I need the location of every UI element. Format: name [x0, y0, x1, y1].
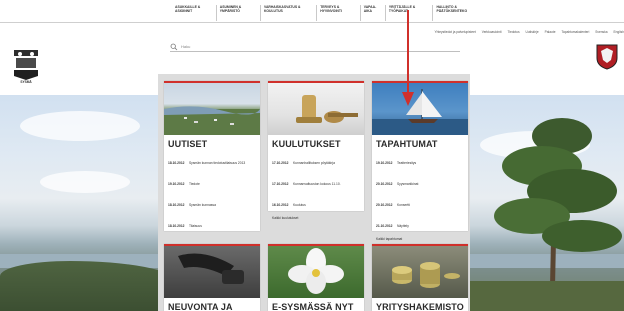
news-text[interactable]: Kunnanhallituksen pöytäkirja: [293, 161, 335, 165]
news-image[interactable]: [164, 83, 260, 135]
list-item[interactable]: 18.10.2012 Sysmän kunnan tiedotustilaisu…: [168, 151, 256, 169]
announcements-image[interactable]: [268, 83, 364, 135]
pine-tree: [462, 118, 624, 311]
utility-link-eservices[interactable]: Verkkoasiointi: [482, 30, 502, 36]
main-menu: Asukkaille & Asioinnit Asuminen & Ympäri…: [172, 5, 482, 21]
events-card: Tapahtumat 19.10.2012 Teatteriesitys 20.…: [372, 81, 468, 241]
nav-item-housing[interactable]: Asuminen & Ympäristö: [215, 5, 257, 21]
news-text[interactable]: Tilaisuus: [189, 224, 202, 228]
search-bar[interactable]: Haku: [170, 42, 460, 52]
list-item[interactable]: 20.10.2012 Syysmarkkinat: [376, 172, 464, 190]
all-announcements-link[interactable]: Kaikki kuulutukset: [268, 214, 364, 226]
e-sysma-card: E-Sysmässä nyt: [268, 244, 364, 311]
list-item[interactable]: 17.10.2012 Kunnanhallituksen pöytäkirja: [272, 151, 360, 169]
services-card: Neuvonta ja: [164, 244, 260, 311]
cloud: [40, 171, 130, 193]
news-text[interactable]: Syysmarkkinat: [397, 182, 418, 186]
events-title[interactable]: Tapahtumat: [372, 135, 468, 151]
services-image[interactable]: [164, 246, 260, 298]
news-date: 16.10.2012: [272, 203, 289, 207]
events-list: 19.10.2012 Teatteriesitys 20.10.2012 Syy…: [372, 151, 468, 232]
services-title[interactable]: Neuvonta ja: [164, 298, 260, 311]
forest: [0, 261, 175, 311]
list-item[interactable]: 18.10.2012 Tilaisuus: [168, 214, 256, 232]
nav-item-administration[interactable]: Hallinto & Päätöksenteko: [432, 5, 482, 21]
phone-image: [178, 253, 244, 284]
news-date: 20.10.2012: [376, 203, 393, 207]
search-icon[interactable]: [170, 43, 178, 51]
sailboat-image: [372, 89, 468, 135]
news-text[interactable]: Sysmän kunnan tiedotustilaisuus 2013: [189, 161, 245, 165]
news-text[interactable]: Kuulutus: [293, 203, 306, 207]
coat-of-arms-icon[interactable]: [596, 44, 618, 70]
logo-caption: SYSMÄ: [20, 80, 32, 84]
nav-item-residents[interactable]: Asukkaille & Asioinnit: [172, 5, 213, 21]
village-aerial-image: [164, 106, 260, 135]
list-item[interactable]: 18.10.2012 Sysmän kunnassa: [168, 193, 256, 211]
events-image[interactable]: [372, 83, 468, 135]
cloud: [20, 111, 140, 141]
news-text[interactable]: Tiedote: [189, 182, 200, 186]
news-text[interactable]: Konsertti: [397, 203, 410, 207]
news-date: 17.10.2012: [272, 182, 289, 186]
list-item[interactable]: 21.10.2012 Näyttely: [376, 214, 464, 232]
news-card: Uutiset 18.10.2012 Sysmän kunnan tiedotu…: [164, 81, 260, 283]
news-date: 18.10.2012: [168, 224, 185, 228]
municipality-logo[interactable]: [12, 46, 40, 84]
news-date: 20.10.2012: [376, 182, 393, 186]
utility-link-contacts[interactable]: Yhteystiedot ja palvelupisteet: [434, 30, 475, 36]
list-item[interactable]: 20.10.2012 Konsertti: [376, 193, 464, 211]
news-text[interactable]: Teatteriesitys: [397, 161, 416, 165]
news-date: 17.10.2012: [272, 161, 289, 165]
search-input[interactable]: Haku: [181, 44, 190, 49]
gavel-image: [296, 95, 358, 123]
utility-link-calendar[interactable]: Tapahtumakalenteri: [561, 30, 589, 36]
e-sysma-image[interactable]: [268, 246, 364, 298]
news-text[interactable]: Kunnanvaltuuston kokous 11.10.: [293, 182, 341, 186]
list-item[interactable]: 16.10.2012 Kuulutus: [272, 193, 360, 211]
news-text[interactable]: Näyttely: [397, 224, 409, 228]
list-item[interactable]: 19.10.2012 Teatteriesitys: [376, 151, 464, 169]
coins-image: [392, 262, 460, 288]
nav-item-health[interactable]: Terveys & Hyvinvointi: [316, 5, 357, 21]
utility-link-svenska[interactable]: Svenska: [595, 30, 607, 36]
announcements-card: Kuulutukset 17.10.2012 Kunnanhallituksen…: [268, 81, 364, 220]
utility-link-news[interactable]: Tiedotus: [507, 30, 519, 36]
utility-links: Yhteystiedot ja palvelupisteet Verkkoasi…: [320, 30, 624, 36]
list-item[interactable]: 17.10.2012 Kunnanvaltuuston kokous 11.10…: [272, 172, 360, 190]
anemone-flower-image: [288, 248, 344, 294]
news-date: 18.10.2012: [168, 203, 185, 207]
list-item[interactable]: 19.10.2012 Tiedote: [168, 172, 256, 190]
news-date: 19.10.2012: [376, 161, 393, 165]
arrow-down-icon: [402, 10, 414, 106]
e-sysma-title[interactable]: E-Sysmässä nyt: [268, 298, 364, 311]
nav-item-leisure[interactable]: Vapaa-aika: [359, 5, 382, 21]
announcements-list: 17.10.2012 Kunnanhallituksen pöytäkirja …: [268, 151, 364, 211]
utility-link-english[interactable]: English: [614, 30, 624, 36]
announcements-title[interactable]: Kuulutukset: [268, 135, 364, 151]
news-date: 18.10.2012: [168, 161, 185, 165]
news-date: 19.10.2012: [168, 182, 185, 186]
business-image[interactable]: [372, 246, 468, 298]
business-directory-title[interactable]: Yrityshakemisto: [372, 298, 468, 311]
nav-item-education[interactable]: Varhaiskasvatus & Koulutus: [259, 5, 313, 21]
business-directory-card: Yrityshakemisto: [372, 244, 468, 311]
top-navigation: Asukkaille & Asioinnit Asuminen & Ympäri…: [0, 0, 624, 23]
utility-link-feedback[interactable]: Palaute: [545, 30, 556, 36]
news-text[interactable]: Sysmän kunnassa: [189, 203, 216, 207]
news-date: 21.10.2012: [376, 224, 393, 228]
news-title[interactable]: Uutiset: [164, 135, 260, 151]
utility-link-newsletter[interactable]: Uutiskirje: [526, 30, 539, 36]
